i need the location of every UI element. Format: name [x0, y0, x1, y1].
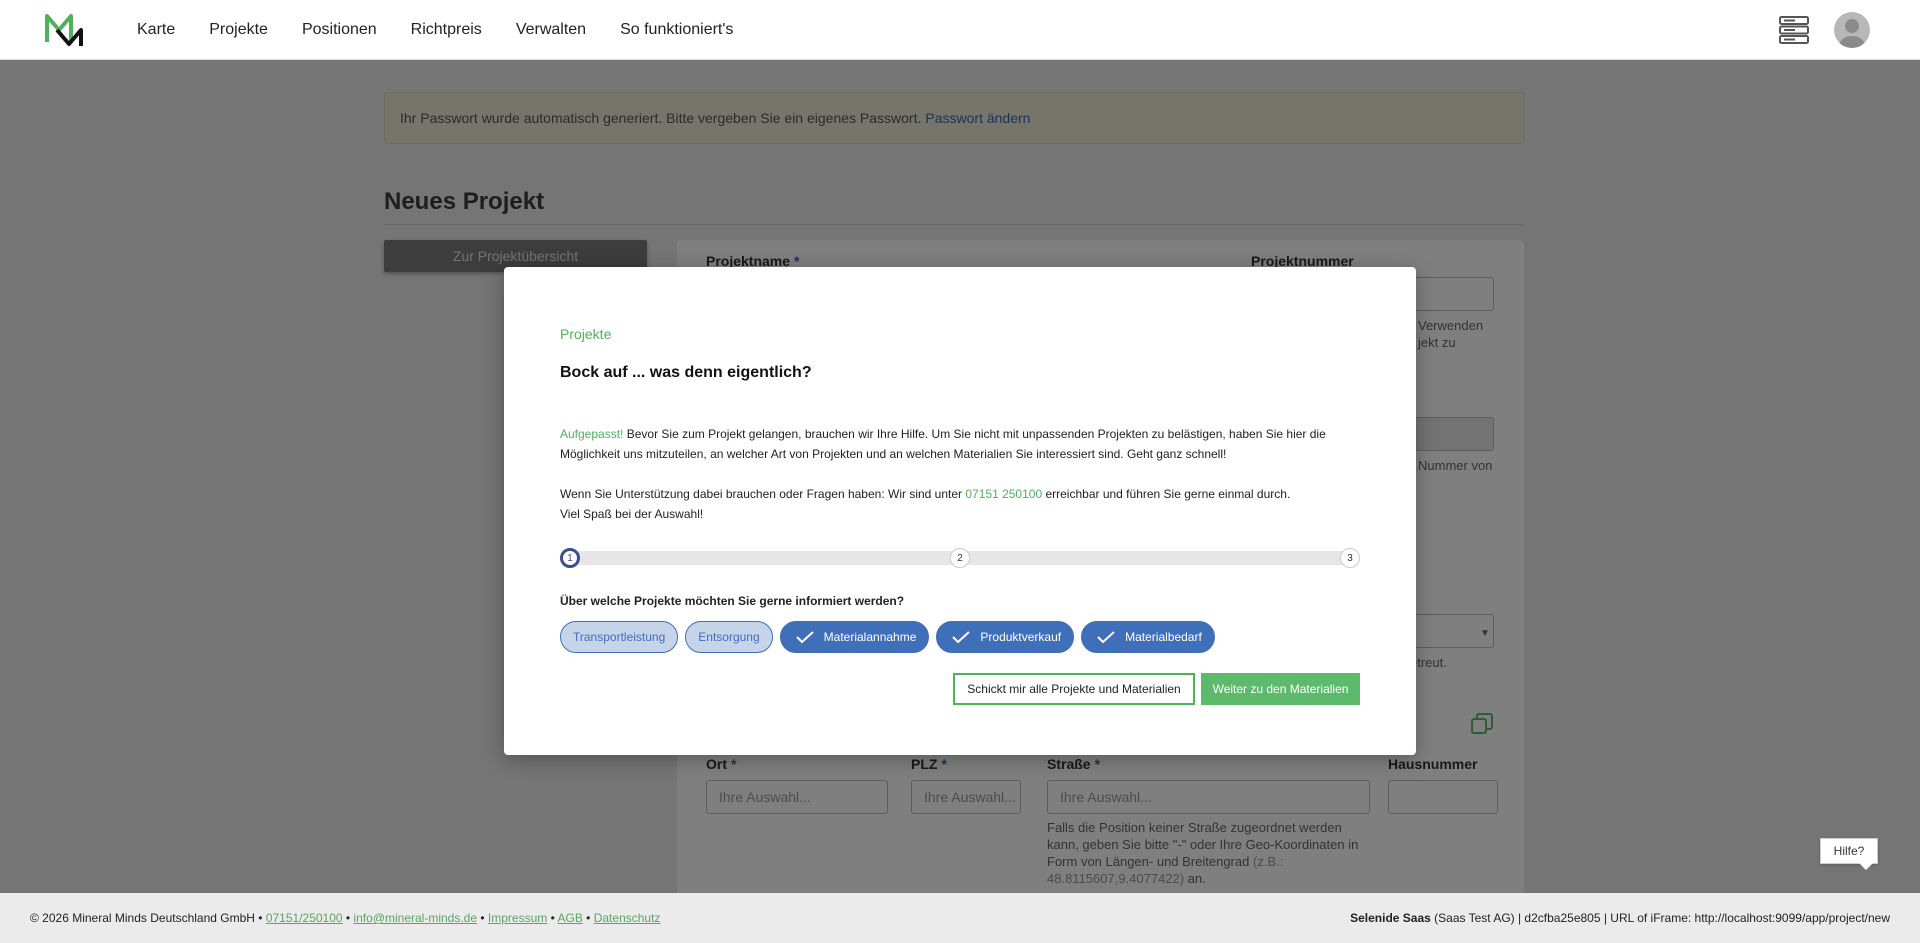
- user-avatar-icon[interactable]: [1834, 12, 1870, 48]
- chip-transportleistung[interactable]: Transportleistung: [560, 621, 679, 653]
- nav-positionen[interactable]: Positionen: [302, 21, 377, 39]
- check-icon: [952, 631, 971, 644]
- project-preferences-modal: Projekte Bock auf ... was denn eigentlic…: [504, 267, 1416, 755]
- footer-left: © 2026 Mineral Minds Deutschland GmbH • …: [30, 911, 661, 925]
- modal-kicker: Projekte: [560, 326, 612, 342]
- chip-produktverkauf[interactable]: Produktverkauf: [936, 621, 1075, 653]
- support-phone[interactable]: 07151 250100: [965, 487, 1042, 501]
- nav-projekte[interactable]: Projekte: [209, 21, 268, 39]
- chip-materialannahme[interactable]: Materialannahme: [779, 621, 930, 653]
- nav-richtpreis[interactable]: Richtpreis: [411, 21, 482, 39]
- project-type-chips: Transportleistung Entsorgung Materialann…: [560, 621, 1222, 653]
- modal-support-text: Wenn Sie Unterstützung dabei brauchen od…: [560, 487, 1291, 521]
- intro-highlight: Aufgepasst!: [560, 427, 624, 441]
- next-materials-button[interactable]: Weiter zu den Materialien: [1201, 673, 1360, 705]
- footer-phone-link[interactable]: 07151/250100: [266, 911, 343, 925]
- progress-stepper: 1 2 3: [560, 548, 1360, 568]
- help-bubble-tail: [1858, 862, 1874, 870]
- send-all-projects-button[interactable]: Schickt mir alle Projekte und Materialie…: [953, 673, 1195, 705]
- footer-right: Selenide Saas (Saas Test AG) | d2cfba25e…: [1350, 911, 1890, 925]
- footer-agb-link[interactable]: AGB: [557, 911, 582, 925]
- chip-entsorgung[interactable]: Entsorgung: [685, 621, 773, 653]
- step-2: 2: [950, 548, 970, 568]
- nav-verwalten[interactable]: Verwalten: [516, 21, 586, 39]
- modal-intro-text: Aufgepasst! Bevor Sie zum Projekt gelang…: [560, 427, 1326, 461]
- check-icon: [1097, 631, 1115, 644]
- footer-impressum-link[interactable]: Impressum: [488, 911, 547, 925]
- footer-datenschutz-link[interactable]: Datenschutz: [594, 911, 661, 925]
- top-navbar: Karte Projekte Positionen Richtpreis Ver…: [0, 0, 1920, 60]
- server-icon[interactable]: [1779, 16, 1809, 44]
- step-1: 1: [560, 548, 580, 568]
- chip-materialbedarf[interactable]: Materialbedarf: [1081, 621, 1215, 653]
- nav-so-funktionierts[interactable]: So funktioniert's: [620, 21, 733, 39]
- project-type-question: Über welche Projekte möchten Sie gerne i…: [560, 594, 905, 608]
- footer-email-link[interactable]: info@mineral-minds.de: [353, 911, 477, 925]
- check-icon: [795, 631, 814, 644]
- fun-text: Viel Spaß bei der Auswahl!: [560, 507, 704, 521]
- main-nav: Karte Projekte Positionen Richtpreis Ver…: [137, 0, 767, 60]
- step-3: 3: [1340, 548, 1360, 568]
- nav-karte[interactable]: Karte: [137, 21, 175, 39]
- mineral-minds-logo-icon[interactable]: [45, 12, 85, 48]
- footer: © 2026 Mineral Minds Deutschland GmbH • …: [0, 893, 1920, 943]
- help-chat-button[interactable]: Hilfe?: [1820, 838, 1878, 864]
- modal-title: Bock auf ... was denn eigentlich?: [560, 364, 812, 381]
